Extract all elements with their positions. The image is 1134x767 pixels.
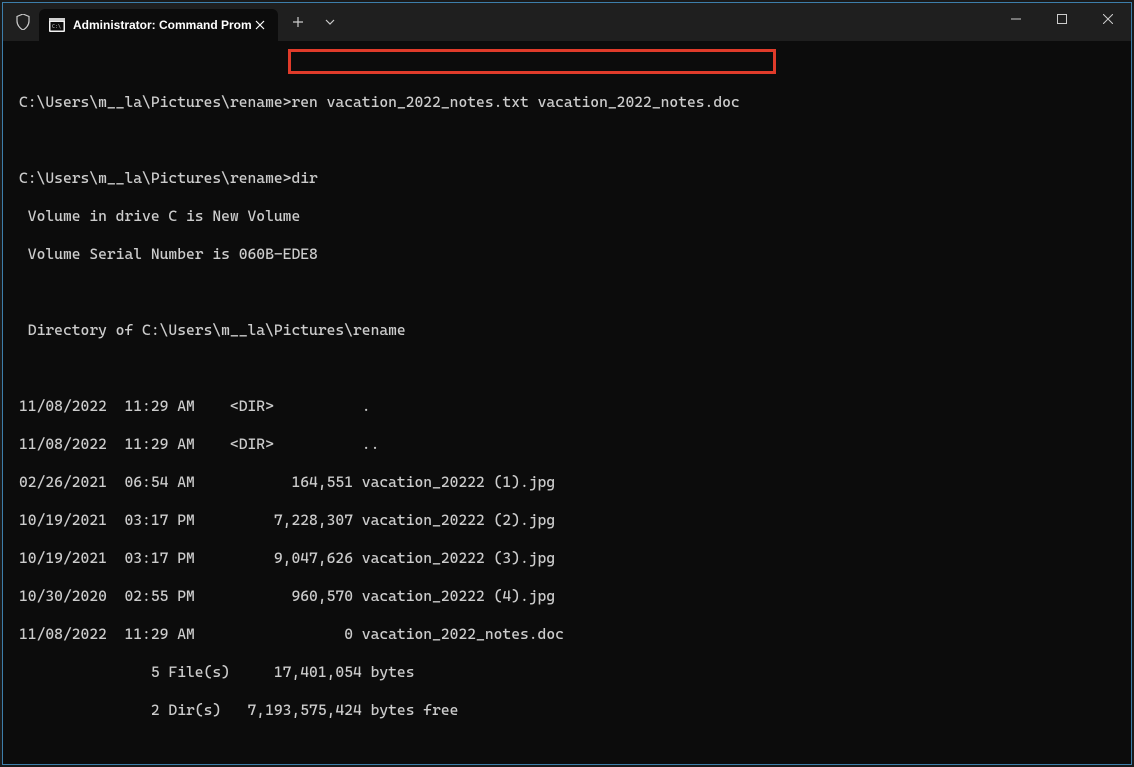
terminal-line: 2 Dir(s) 7,193,575,424 bytes free [19,701,1127,720]
highlight-annotation [288,49,776,74]
maximize-button[interactable] [1039,3,1085,35]
terminal-line: Volume Serial Number is 060B-EDE8 [19,245,1127,264]
close-button[interactable] [1085,3,1131,35]
shield-icon [15,13,31,31]
terminal-line: C:\Users\m__la\Pictures\rename>dir [19,169,1127,188]
terminal-line: Directory of C:\Users\m__la\Pictures\ren… [19,321,1127,340]
terminal-line: 11/08/2022 11:29 AM <DIR> . [19,397,1127,416]
minimize-button[interactable] [993,3,1039,35]
svg-text:C:\: C:\ [52,24,61,30]
tab-close-button[interactable] [252,17,268,33]
tab-dropdown-button[interactable] [314,6,346,38]
window-controls [993,3,1131,35]
terminal-line [19,131,1127,150]
terminal-line: 11/08/2022 11:29 AM <DIR> .. [19,435,1127,454]
terminal-line: 10/19/2021 03:17 PM 7,228,307 vacation_2… [19,511,1127,530]
new-tab-button[interactable] [282,6,314,38]
terminal-line: 10/19/2021 03:17 PM 9,047,626 vacation_2… [19,549,1127,568]
terminal-line: 11/08/2022 11:29 AM 0 vacation_2022_note… [19,625,1127,644]
terminal-output[interactable]: C:\Users\m__la\Pictures\rename>ren vacat… [3,41,1131,764]
terminal-line: 10/30/2020 02:55 PM 960,570 vacation_202… [19,587,1127,606]
tab-title: Administrator: Command Prom [73,18,252,32]
terminal-line [19,283,1127,302]
titlebar[interactable]: C:\ Administrator: Command Prom [3,3,1131,41]
terminal-line: Volume in drive C is New Volume [19,207,1127,226]
terminal-window: C:\ Administrator: Command Prom [2,2,1132,765]
terminal-line [19,359,1127,378]
cmd-icon: C:\ [49,17,65,33]
terminal-line: C:\Users\m__la\Pictures\rename>ren vacat… [19,93,1127,112]
terminal-line: 5 File(s) 17,401,054 bytes [19,663,1127,682]
tab-active[interactable]: C:\ Administrator: Command Prom [39,9,278,41]
terminal-line [19,739,1127,758]
terminal-line: 02/26/2021 06:54 AM 164,551 vacation_202… [19,473,1127,492]
